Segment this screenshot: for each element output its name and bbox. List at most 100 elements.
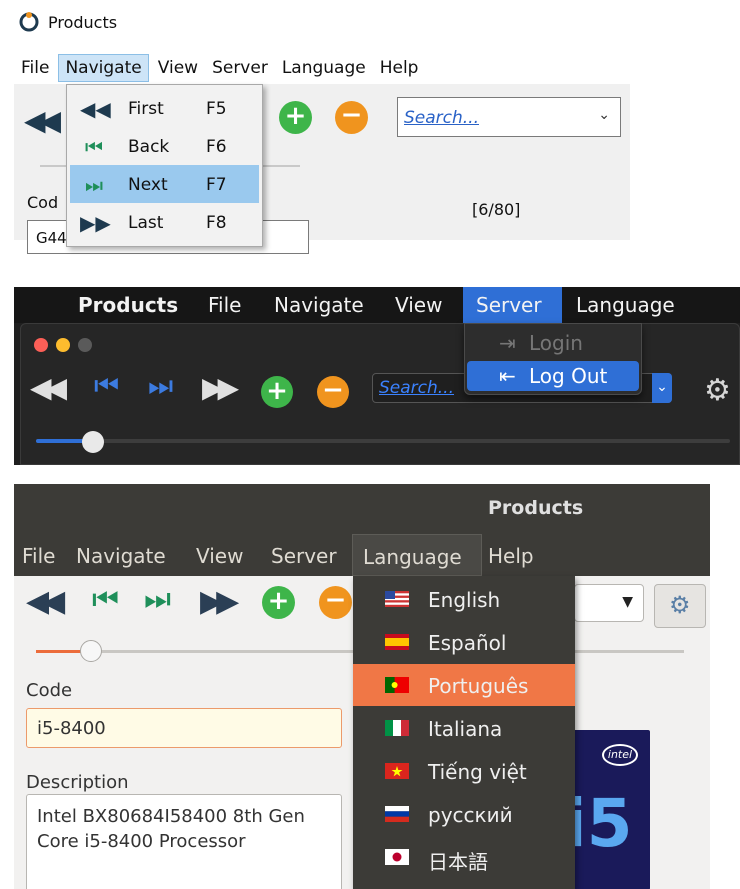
last-icon: ▶▶: [80, 211, 111, 235]
remove-button[interactable]: −: [335, 101, 368, 134]
description-field[interactable]: Intel BX80684I58400 8th Gen Core i5-8400…: [26, 794, 342, 889]
menu-item-shortcut: F6: [206, 137, 227, 157]
first-record-button[interactable]: ◀◀: [26, 584, 65, 619]
menu-item-label: First: [128, 99, 164, 119]
code-field[interactable]: i5-8400: [26, 708, 342, 748]
previous-record-button[interactable]: ⏮: [94, 369, 119, 403]
menu-item-tieng-viet[interactable]: Tiếng việt: [353, 750, 575, 792]
menu-server[interactable]: Server: [476, 293, 542, 317]
menu-item-back[interactable]: ⏮ Back F6: [70, 127, 259, 165]
window-title: Products: [488, 497, 584, 519]
menu-server[interactable]: Server: [271, 544, 337, 568]
menu-item-first[interactable]: ◀◀ First F5: [70, 89, 259, 127]
settings-button[interactable]: ⚙: [654, 584, 706, 628]
menu-help[interactable]: Help: [373, 58, 426, 78]
menu-file[interactable]: File: [208, 293, 241, 317]
vietnam-flag-icon: [385, 763, 409, 779]
menu-view[interactable]: View: [395, 293, 442, 317]
menu-view[interactable]: View: [196, 544, 243, 568]
menu-navigate[interactable]: Navigate: [274, 293, 364, 317]
code-label: Code: [26, 680, 73, 701]
first-record-button[interactable]: ◀◀: [30, 371, 67, 404]
chevron-down-icon[interactable]: ⌄: [652, 373, 672, 403]
menu-file[interactable]: File: [0, 58, 56, 78]
menu-item-russian[interactable]: русский: [353, 793, 575, 835]
menu-item-login[interactable]: ⇥ Login: [467, 328, 639, 358]
menu-item-label: English: [428, 588, 501, 612]
menu-item-shortcut: F5: [206, 99, 227, 119]
menu-item-espanol[interactable]: Español: [353, 621, 575, 663]
server-dropdown: ⇥ Login ⇤ Log Out: [464, 323, 642, 395]
chevron-down-icon[interactable]: ▼: [622, 594, 633, 610]
menu-item-label: русский: [428, 803, 513, 827]
intel-logo: intel: [602, 744, 638, 766]
menu-language[interactable]: Language: [363, 545, 462, 569]
next-record-button[interactable]: ⏭: [144, 582, 171, 617]
description-label: Description: [26, 772, 129, 793]
login-icon: ⇥: [499, 331, 516, 355]
add-button[interactable]: +: [262, 586, 295, 619]
slider-handle[interactable]: [80, 640, 102, 662]
menu-highlight: Language: [352, 534, 482, 576]
menu-navigate[interactable]: Navigate: [58, 54, 149, 82]
title-bar: Products: [14, 484, 710, 534]
menu-item-next[interactable]: ⏭ Next F7: [70, 165, 259, 203]
menu-item-japanese[interactable]: 日本語: [353, 836, 575, 878]
japan-flag-icon: [385, 849, 409, 865]
title-bar: Products: [0, 0, 740, 48]
gear-icon[interactable]: ⚙: [704, 373, 731, 408]
app-menu[interactable]: Products: [78, 293, 178, 317]
menu-item-portugues[interactable]: Português: [353, 664, 575, 706]
menu-bar: File Navigate View Server Language Help: [0, 52, 740, 84]
menu-item-logout[interactable]: ⇤ Log Out: [467, 361, 639, 391]
first-record-button[interactable]: ◀◀: [24, 104, 61, 137]
slider-handle[interactable]: [82, 431, 104, 453]
us-flag-icon: [385, 591, 409, 607]
search-placeholder: Search...: [379, 378, 454, 398]
search-combo[interactable]: ▼: [574, 584, 644, 622]
menu-language[interactable]: Language: [576, 293, 675, 317]
minimize-button[interactable]: [56, 338, 70, 352]
code-value: G44: [36, 229, 67, 247]
previous-record-button[interactable]: ⏮: [92, 582, 119, 617]
menu-language[interactable]: Language: [275, 58, 373, 78]
last-record-button[interactable]: ▶▶: [202, 371, 239, 404]
menu-item-italiana[interactable]: Italiana: [353, 707, 575, 749]
next-record-button[interactable]: ⏭: [148, 369, 173, 403]
chevron-down-icon[interactable]: ⌄: [598, 107, 610, 123]
menu-item-label: Log Out: [529, 364, 608, 388]
remove-button[interactable]: −: [317, 376, 349, 408]
last-record-button[interactable]: ▶▶: [200, 584, 239, 619]
menu-item-label: Back: [128, 137, 170, 157]
menu-item-english[interactable]: English: [353, 578, 575, 620]
code-label: Cod: [27, 193, 59, 212]
add-button[interactable]: +: [279, 101, 312, 134]
menu-file[interactable]: File: [22, 544, 55, 568]
search-combo[interactable]: Search... ⌄: [397, 97, 621, 137]
remove-button[interactable]: −: [319, 586, 352, 619]
close-button[interactable]: [34, 338, 48, 352]
record-slider[interactable]: [36, 439, 730, 443]
menu-view[interactable]: View: [151, 58, 205, 78]
code-value: i5-8400: [37, 718, 106, 739]
menu-item-label: Tiếng việt: [428, 760, 527, 784]
russia-flag-icon: [385, 806, 409, 822]
spain-flag-icon: [385, 634, 409, 650]
menu-server[interactable]: Server: [205, 58, 275, 78]
zoom-button[interactable]: [78, 338, 92, 352]
portugal-flag-icon: [385, 677, 409, 693]
logout-icon: ⇤: [499, 364, 516, 388]
menu-item-last[interactable]: ▶▶ Last F8: [70, 203, 259, 241]
mac-window: Products File Navigate View Server Langu…: [14, 287, 740, 465]
ubuntu-window: Products File Navigate View Server Langu…: [14, 484, 710, 889]
menu-help[interactable]: Help: [488, 544, 534, 568]
windows-window: Products File Navigate View Server Langu…: [0, 0, 740, 265]
italy-flag-icon: [385, 720, 409, 736]
menu-item-label: Login: [529, 331, 583, 355]
menu-navigate[interactable]: Navigate: [76, 544, 166, 568]
navigate-dropdown: ◀◀ First F5 ⏮ Back F6 ⏭ Next F7 ▶▶ Last …: [66, 84, 263, 247]
add-button[interactable]: +: [261, 376, 293, 408]
menu-item-shortcut: F7: [206, 175, 227, 195]
menu-item-label: Last: [128, 213, 164, 233]
menu-item-label: Italiana: [428, 717, 503, 741]
